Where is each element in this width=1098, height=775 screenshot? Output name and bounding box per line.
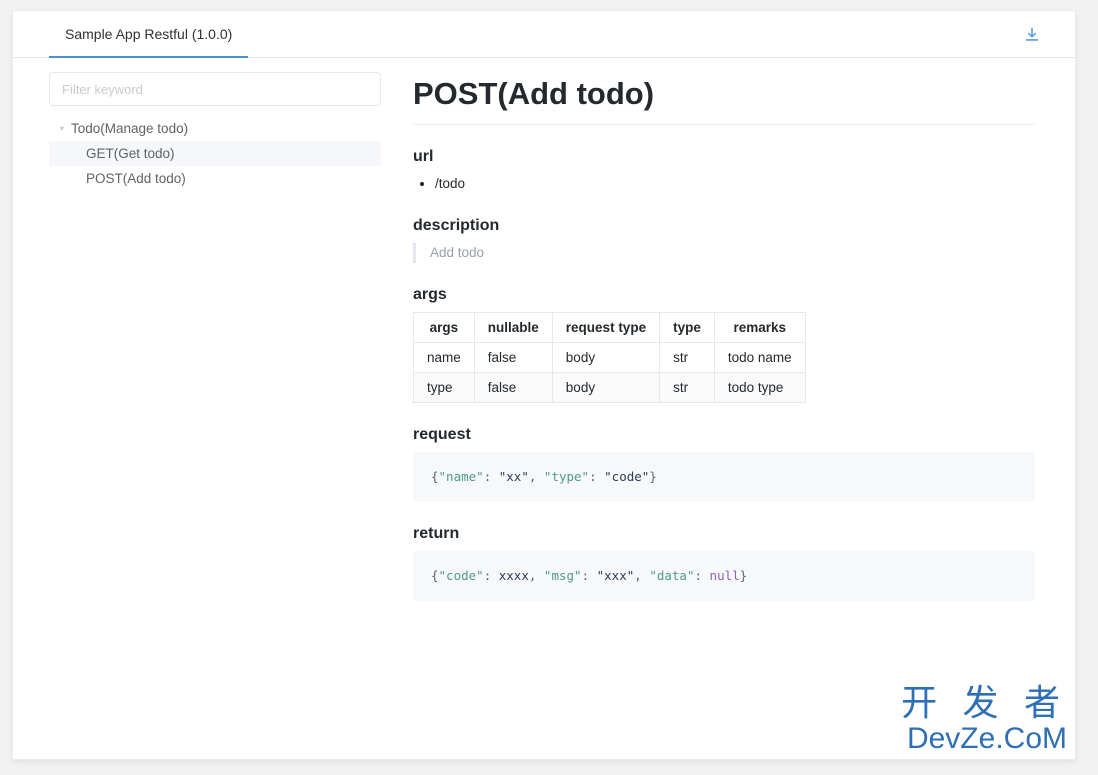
tree-node-label: POST(Add todo) <box>86 171 186 186</box>
args-table-body: name false body str todo name type false… <box>413 342 806 403</box>
code-token-key: "data" <box>649 568 695 583</box>
cell-request-type: body <box>551 342 661 373</box>
args-table: args nullable request type type remarks … <box>413 312 806 403</box>
code-token-key: "msg" <box>543 568 582 583</box>
code-token-str: "xx" <box>498 469 529 484</box>
code-token-punct: : <box>694 568 710 583</box>
tree-node-post-add-todo[interactable]: POST(Add todo) <box>49 166 381 191</box>
column-header-remarks: remarks <box>713 312 806 343</box>
description-text: Add todo <box>413 243 1035 263</box>
chevron-down-icon[interactable]: ▾ <box>55 124 69 133</box>
code-token-punct: , <box>528 568 544 583</box>
code-token-key: "name" <box>438 469 484 484</box>
download-icon <box>1025 27 1039 41</box>
code-token-key: "type" <box>543 469 590 484</box>
body-split: ▾ Todo(Manage todo) GET(Get todo) POST(A… <box>13 58 1075 759</box>
column-header-type: type <box>659 312 715 343</box>
table-row: type false body str todo type <box>413 372 806 403</box>
section-heading-return: return <box>413 525 460 542</box>
section-heading-description: description <box>413 217 500 234</box>
cell-args: name <box>413 342 475 373</box>
table-row: name false body str todo name <box>413 342 806 373</box>
tree-node-todo-group[interactable]: ▾ Todo(Manage todo) <box>49 116 381 141</box>
tree-node-get-todo[interactable]: GET(Get todo) <box>49 141 381 166</box>
tree-node-label: GET(Get todo) <box>86 146 175 161</box>
sidebar: ▾ Todo(Manage todo) GET(Get todo) POST(A… <box>13 58 393 759</box>
code-token-punct: : <box>581 568 597 583</box>
code-token-punct: { <box>431 469 439 484</box>
cell-type: str <box>659 342 715 373</box>
code-token-punct: } <box>739 568 748 583</box>
tab-sample-app-restful[interactable]: Sample App Restful (1.0.0) <box>49 11 249 58</box>
code-token-punct: : <box>483 469 499 484</box>
code-token-punct: , <box>528 469 544 484</box>
code-token-str: "xxx" <box>596 568 635 583</box>
table-header-row: args nullable request type type remarks <box>413 312 806 343</box>
code-token-str: xxxx <box>498 568 529 583</box>
code-token-str: "code" <box>604 469 650 484</box>
section-heading-args: args <box>413 286 447 303</box>
args-table-head: args nullable request type type remarks <box>413 312 806 343</box>
section-heading-url: url <box>413 148 434 165</box>
code-token-punct: : <box>483 568 499 583</box>
url-list: /todo <box>413 174 1035 194</box>
page-title: POST(Add todo) <box>413 72 1035 125</box>
cell-nullable: false <box>473 372 553 403</box>
app-card: Sample App Restful (1.0.0) ▾ Todo(Manage… <box>12 10 1076 760</box>
cell-args: type <box>413 372 475 403</box>
download-button[interactable] <box>1019 22 1045 48</box>
column-header-nullable: nullable <box>473 312 553 343</box>
api-tree: ▾ Todo(Manage todo) GET(Get todo) POST(A… <box>49 116 381 191</box>
cell-type: str <box>659 372 715 403</box>
cell-remarks: todo name <box>713 342 806 373</box>
section-heading-request: request <box>413 426 471 443</box>
filter-keyword-input[interactable] <box>49 72 381 106</box>
cell-request-type: body <box>551 372 661 403</box>
return-code-block: {"code": xxxx, "msg": "xxx", "data": nul… <box>413 551 1035 601</box>
cell-remarks: todo type <box>713 372 806 403</box>
code-token-lit: null <box>709 568 740 583</box>
doc-content: POST(Add todo) url /todo description Add… <box>393 58 1075 759</box>
code-token-punct: , <box>634 568 650 583</box>
code-token-punct: : <box>589 469 605 484</box>
column-header-request-type: request type <box>551 312 661 343</box>
tab-label: Sample App Restful (1.0.0) <box>65 26 233 42</box>
request-code-block: {"name": "xx", "type": "code"} <box>413 452 1035 502</box>
url-list-item: /todo <box>435 174 1035 194</box>
code-token-key: "code" <box>438 568 484 583</box>
column-header-args: args <box>413 312 475 343</box>
tab-bar: Sample App Restful (1.0.0) <box>13 11 1075 58</box>
code-token-punct: } <box>649 469 657 484</box>
tree-node-label: Todo(Manage todo) <box>71 121 189 136</box>
cell-nullable: false <box>473 342 553 373</box>
code-token-punct: { <box>431 568 439 583</box>
